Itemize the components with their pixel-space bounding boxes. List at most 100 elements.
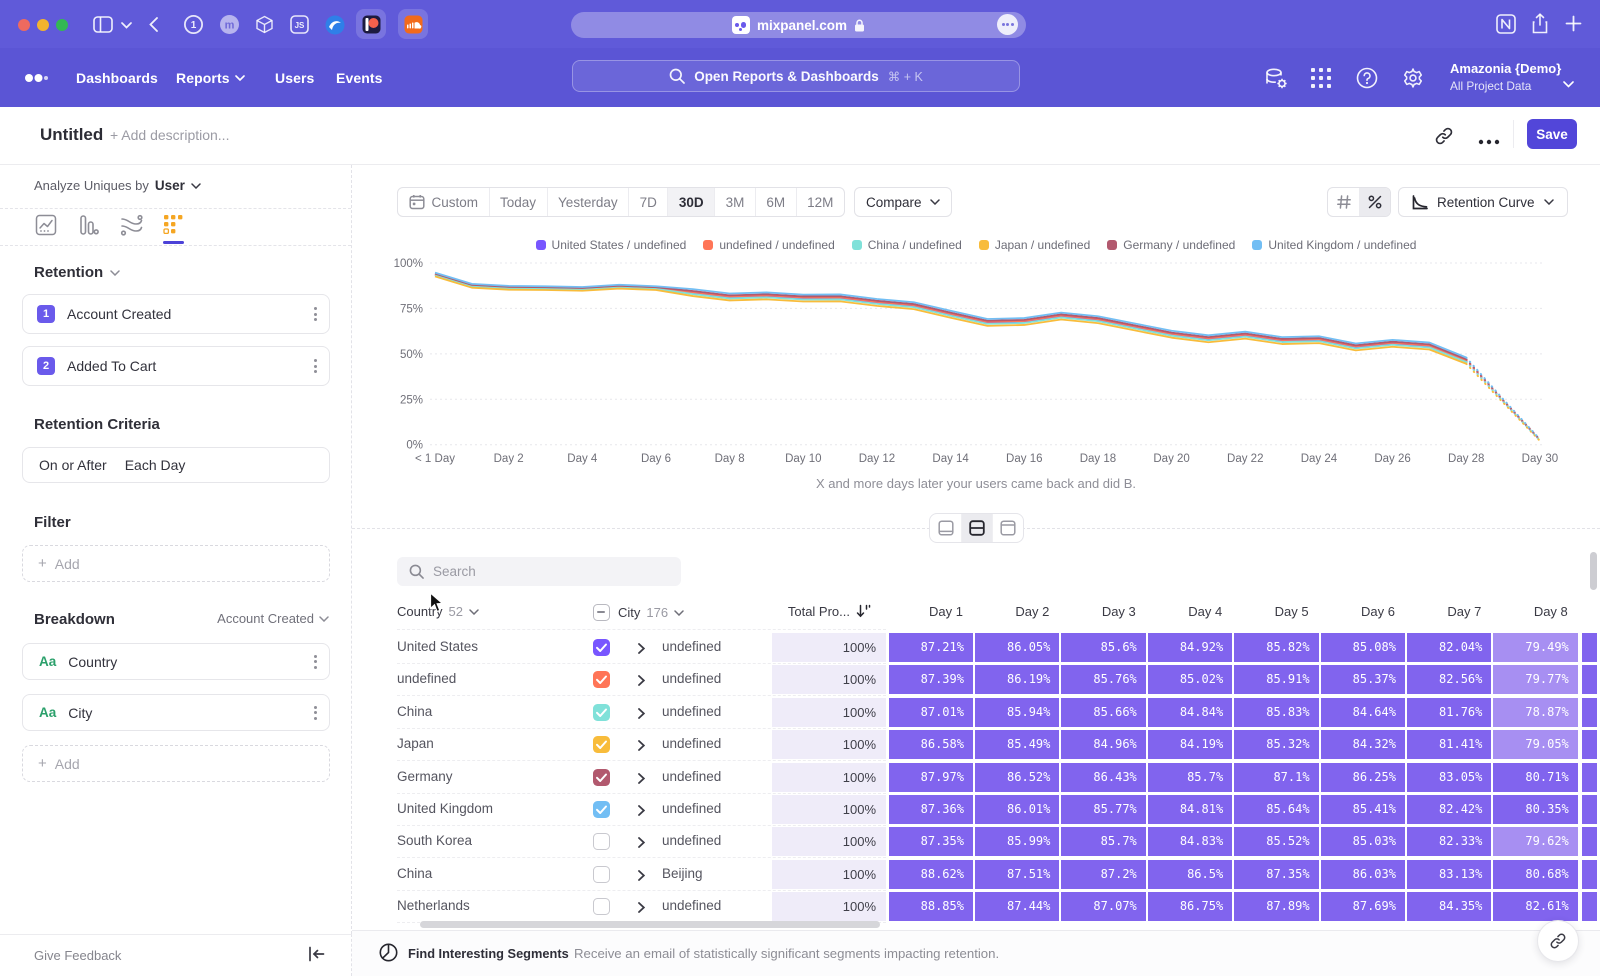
new-tab-icon[interactable] — [1565, 15, 1582, 32]
onepassword-extension-icon[interactable]: 1 — [184, 15, 203, 34]
event-card-account-created[interactable]: 1 Account Created — [22, 294, 330, 334]
cell-day-value[interactable]: 79.77% — [1493, 665, 1577, 694]
column-header-day[interactable]: Day 7 — [1407, 604, 1491, 619]
cell-day-value[interactable]: 86.03% — [1321, 860, 1405, 889]
cell-day-value[interactable]: 78.87% — [1493, 698, 1577, 727]
cell-day-value[interactable]: 82.56% — [1407, 665, 1491, 694]
share-icon[interactable] — [1531, 13, 1549, 34]
row-checkbox-unchecked[interactable] — [593, 833, 610, 850]
cell-city[interactable]: undefined — [662, 801, 721, 816]
legend-item[interactable]: United Kingdom / undefined — [1252, 238, 1416, 252]
row-checkbox-unchecked[interactable] — [593, 898, 610, 915]
cell-day-value[interactable]: 85.94% — [975, 698, 1059, 727]
vertical-scrollbar[interactable] — [1590, 552, 1597, 590]
cell-day-value[interactable]: 85.37% — [1321, 665, 1405, 694]
tab-funnels[interactable] — [77, 214, 99, 236]
expand-row-icon[interactable] — [638, 900, 645, 918]
select-all-checkbox[interactable] — [593, 604, 610, 621]
date-range-custom[interactable]: Custom — [398, 188, 489, 216]
nav-more-icon[interactable] — [24, 73, 48, 83]
save-button[interactable]: Save — [1527, 119, 1577, 149]
date-range-30d[interactable]: 30D — [667, 188, 714, 216]
data-management-icon[interactable] — [1264, 67, 1289, 96]
cell-city[interactable]: undefined — [662, 898, 721, 913]
patreon-extension-icon[interactable] — [356, 9, 386, 39]
find-interesting-segments-button[interactable]: Find Interesting Segments — [408, 946, 569, 961]
view-table-only-button[interactable] — [992, 514, 1023, 542]
cell-city[interactable]: undefined — [662, 671, 721, 686]
cell-day-value[interactable]: 82.33% — [1407, 827, 1491, 856]
cell-day-value[interactable]: 87.2% — [1061, 860, 1145, 889]
collapse-sidebar-icon[interactable] — [308, 946, 325, 967]
cell-country[interactable]: undefined — [397, 671, 456, 686]
cell-country[interactable]: Netherlands — [397, 898, 470, 913]
url-bar[interactable]: mixpanel.com — [571, 12, 1026, 38]
retention-criteria-card[interactable]: On or After Each Day — [22, 447, 330, 483]
breakdown-label[interactable]: City — [68, 705, 92, 721]
nav-reports[interactable]: Reports — [176, 70, 245, 86]
cell-day-value[interactable]: 85.7% — [1061, 827, 1145, 856]
cell-day-value[interactable]: 85.6% — [1061, 633, 1145, 662]
cell-day-value[interactable]: 84.19% — [1148, 730, 1232, 759]
column-header-day[interactable]: Day 4 — [1148, 604, 1232, 619]
notion-window-icon[interactable] — [1496, 14, 1516, 34]
cell-day-value[interactable]: 85.91% — [1234, 665, 1318, 694]
cell-day-value[interactable]: 88.85% — [889, 892, 973, 921]
expand-row-icon[interactable] — [638, 803, 645, 821]
date-range-6m[interactable]: 6M — [755, 188, 796, 216]
cell-day-value[interactable]: 87.97% — [889, 763, 973, 792]
row-checkbox-checked[interactable] — [593, 736, 610, 753]
traffic-light-close[interactable] — [18, 19, 30, 31]
cell-city[interactable]: Beijing — [662, 866, 703, 881]
account-switcher[interactable]: Amazonia {Demo} All Project Data — [1450, 61, 1561, 93]
description-placeholder[interactable]: + Add description... — [110, 127, 229, 143]
cell-city[interactable]: undefined — [662, 769, 721, 784]
cell-day-value[interactable]: 86.43% — [1061, 763, 1145, 792]
kebab-menu-icon[interactable] — [314, 359, 317, 373]
breakdown-target-selector[interactable]: Account Created — [217, 611, 329, 626]
cell-city[interactable]: undefined — [662, 639, 721, 654]
row-checkbox-unchecked[interactable] — [593, 866, 610, 883]
cell-day-value[interactable]: 87.89% — [1234, 892, 1318, 921]
cube-extension-icon[interactable] — [255, 15, 274, 34]
tab-flows[interactable] — [120, 214, 142, 236]
cell-day-value[interactable]: 87.44% — [975, 892, 1059, 921]
view-chart-only-button[interactable] — [930, 514, 961, 542]
cell-city[interactable]: undefined — [662, 704, 721, 719]
apps-grid-icon[interactable] — [1310, 67, 1332, 94]
series-line-projected[interactable] — [1466, 358, 1540, 440]
traffic-light-minimize[interactable] — [37, 19, 49, 31]
cell-day-value[interactable]: 84.35% — [1407, 892, 1491, 921]
legend-item[interactable]: undefined / undefined — [703, 238, 834, 252]
cell-city[interactable]: undefined — [662, 736, 721, 751]
traffic-light-zoom[interactable] — [56, 19, 68, 31]
tab-insights[interactable] — [35, 214, 57, 236]
compare-button[interactable]: Compare — [854, 187, 952, 217]
row-checkbox-checked[interactable] — [593, 704, 610, 721]
more-actions-icon[interactable] — [1478, 132, 1500, 150]
cell-day-value[interactable]: 86.19% — [975, 665, 1059, 694]
expand-row-icon[interactable] — [638, 771, 645, 789]
cell-day-value[interactable]: 85.82% — [1234, 633, 1318, 662]
event-label[interactable]: Added To Cart — [67, 358, 156, 374]
legend-item[interactable]: Germany / undefined — [1107, 238, 1235, 252]
cell-day-value[interactable]: 87.07% — [1061, 892, 1145, 921]
global-search-input[interactable]: Open Reports & Dashboards ⌘ + K — [572, 60, 1020, 92]
column-header-city[interactable]: City 176 — [593, 604, 684, 621]
soundcloud-extension-icon[interactable] — [398, 9, 428, 39]
cell-day-value[interactable]: 85.83% — [1234, 698, 1318, 727]
horizontal-scrollbar[interactable] — [420, 921, 880, 928]
cell-day-value[interactable]: 85.41% — [1321, 795, 1405, 824]
breakdown-card-city[interactable]: Aa City — [22, 694, 330, 731]
page-title[interactable]: Untitled — [40, 125, 103, 145]
cell-day-value[interactable]: 85.7% — [1148, 763, 1232, 792]
table-search-input[interactable]: Search — [397, 557, 681, 586]
cell-day-value[interactable]: 84.84% — [1148, 698, 1232, 727]
cell-day-value[interactable]: 84.83% — [1148, 827, 1232, 856]
breakdown-card-country[interactable]: Aa Country — [22, 643, 330, 680]
cell-day-value[interactable]: 86.75% — [1148, 892, 1232, 921]
cell-day-value[interactable]: 82.42% — [1407, 795, 1491, 824]
cell-day-value[interactable]: 85.66% — [1061, 698, 1145, 727]
expand-row-icon[interactable] — [638, 738, 645, 756]
unit-percent-button[interactable] — [1359, 188, 1390, 216]
